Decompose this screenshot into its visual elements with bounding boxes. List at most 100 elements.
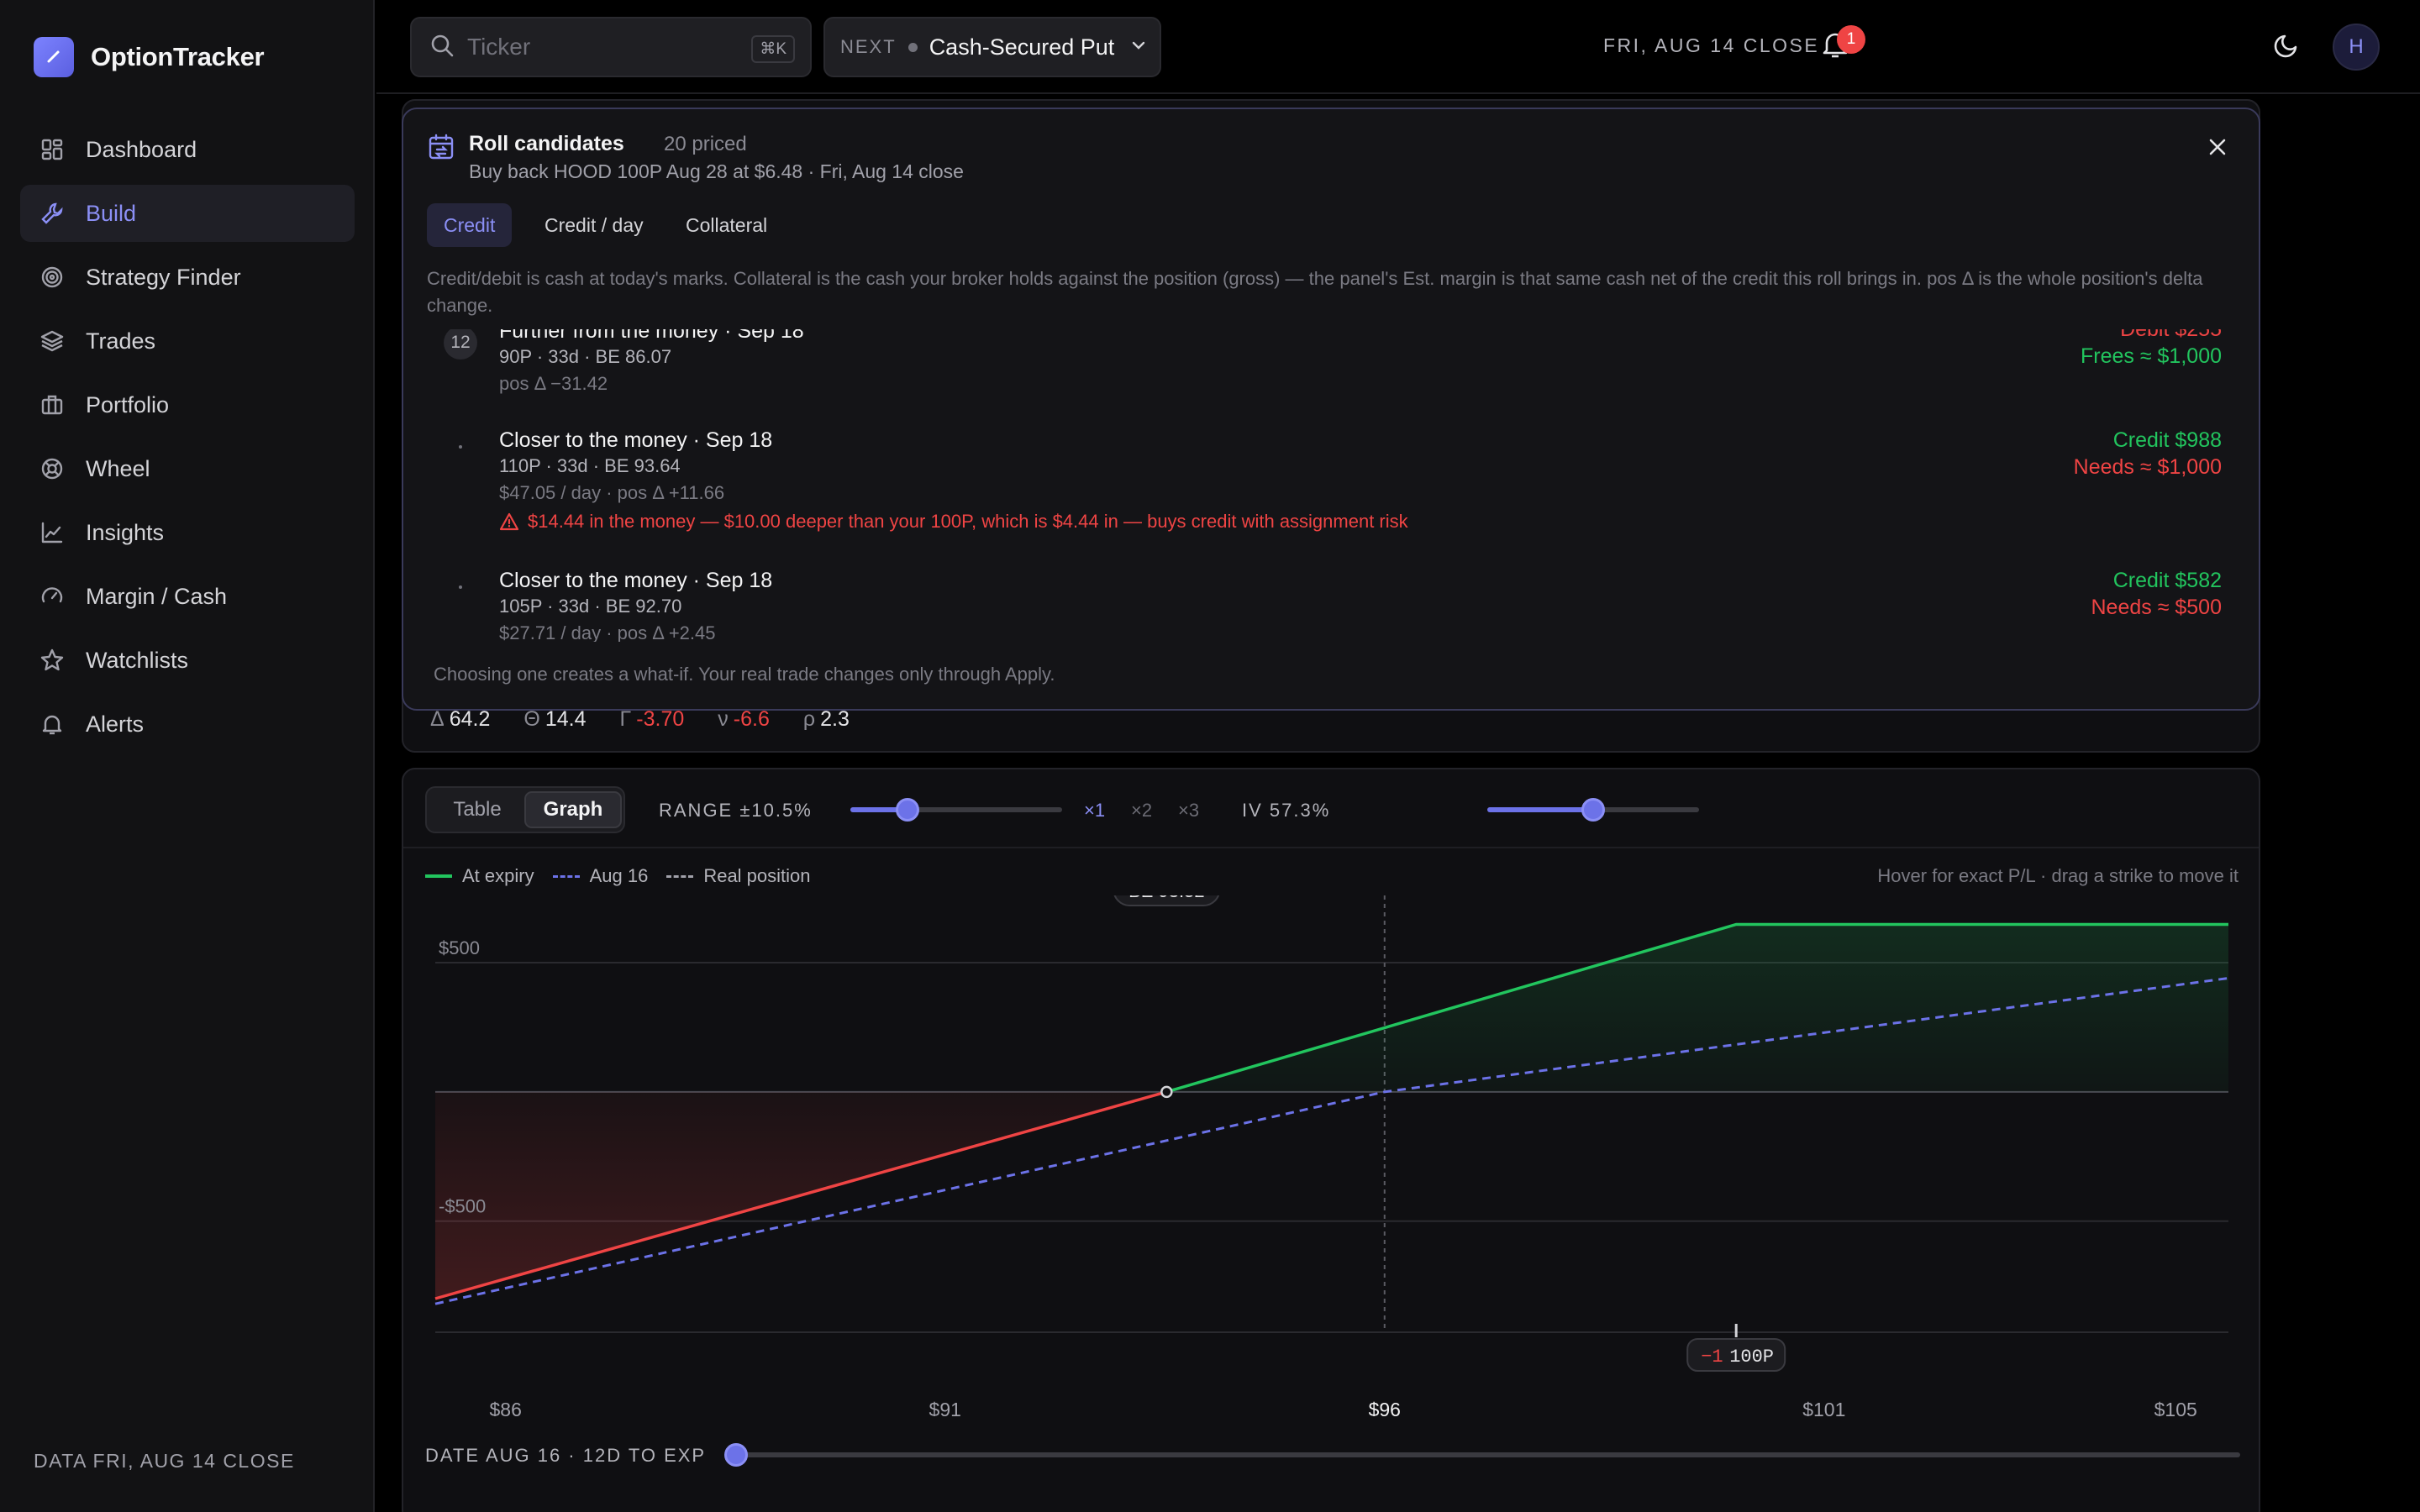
greek-delta: Δ 64.2: [430, 707, 491, 731]
ticker-search[interactable]: ⌘K: [410, 17, 812, 77]
roll-explanation: Credit/debit is cash at today's marks. C…: [427, 268, 2203, 316]
roll-candidate[interactable]: 12 Further from the money · Sep 18 90P ·…: [403, 329, 2259, 394]
app-name: OptionTracker: [91, 42, 265, 71]
bell-icon: [37, 709, 67, 739]
sidebar-item-label: Insights: [86, 519, 165, 545]
sidebar-item-trades[interactable]: Trades: [20, 312, 355, 370]
strike-label: 100P: [1729, 1347, 1774, 1368]
grid-icon: [37, 134, 67, 165]
breakeven-point: [1160, 1085, 1173, 1099]
sidebar-item-label: Build: [86, 200, 137, 226]
next-label: NEXT: [840, 36, 897, 57]
target-icon: [37, 262, 67, 292]
breakeven-label: BE 93.52: [1128, 895, 1205, 901]
tab-credit[interactable]: Credit: [427, 203, 513, 247]
sidebar-item-label: Strategy Finder: [86, 264, 241, 290]
date-label: DATE AUG 16 · 12D TO EXP: [425, 1445, 707, 1466]
sidebar-item-label: Dashboard: [86, 136, 197, 162]
x-tick-label: $91: [929, 1399, 961, 1416]
sidebar-item-wheel[interactable]: Wheel: [20, 440, 355, 497]
roll-candidate[interactable]: Closer to the money · Sep 18 110P · 33d …: [403, 422, 2259, 539]
y-tick-label: -$500: [439, 1196, 486, 1217]
candidate-detail: 90P · 33d · BE 86.07: [499, 346, 672, 367]
tab-collateral[interactable]: Collateral: [669, 203, 784, 247]
iv-slider[interactable]: [1487, 798, 1699, 822]
sidebar-item-watchlists[interactable]: Watchlists: [20, 632, 355, 689]
notification-badge: 1: [1837, 25, 1865, 54]
candidate-detail: 105P · 33d · BE 92.70: [499, 596, 682, 617]
range-slider[interactable]: [850, 798, 1062, 822]
gauge-icon: [37, 581, 67, 612]
search-icon: [429, 32, 455, 63]
briefcase-icon: [37, 390, 67, 420]
candidate-warning-text: $14.44 in the money — $10.00 deeper than…: [528, 511, 1408, 532]
view-graph-button[interactable]: Graph: [524, 791, 622, 828]
date-slider-handle[interactable]: [724, 1443, 748, 1467]
roll-candidate-list[interactable]: 12 Further from the money · Sep 18 90P ·…: [403, 329, 2259, 642]
payoff-graph-card: Table Graph RANGE ±10.5% ×1 ×2 ×3 IV 57.…: [402, 768, 2260, 1512]
sidebar-item-label: Portfolio: [86, 391, 170, 417]
roll-candidate[interactable]: Closer to the money · Sep 18 105P · 33d …: [403, 562, 2259, 642]
candidate-meta: pos Δ −31.42: [499, 373, 608, 394]
ticker-search-input[interactable]: [467, 34, 736, 60]
app-logo-icon: [34, 37, 74, 77]
star-icon: [37, 645, 67, 675]
moon-icon[interactable]: [2272, 29, 2306, 63]
iv-slider-handle[interactable]: [1581, 798, 1605, 822]
sidebar-item-label: Wheel: [86, 455, 150, 481]
profit-area: [1166, 924, 2228, 1092]
sidebar-item-margin-cash[interactable]: Margin / Cash: [20, 568, 355, 625]
payoff-chart[interactable]: $500 -$500 $86 $91 $96 $101 $105 BE 93.52 −1 100P: [403, 895, 2260, 1416]
candidate-cash: Credit $988: [2112, 428, 2222, 452]
roll-candidates-panel: Roll candidates 20 priced Buy back HOOD …: [402, 108, 2260, 711]
roll-subtitle: Buy back HOOD 100P Aug 28 at $6.48 · Fri…: [469, 160, 964, 182]
warning-triangle-icon: [499, 512, 519, 531]
range-label: RANGE ±10.5%: [659, 800, 813, 821]
candidate-meta: $47.05 / day · pos Δ +11.66: [499, 482, 725, 503]
sidebar-item-build[interactable]: Build: [20, 185, 355, 242]
tab-credit-per-day[interactable]: Credit / day: [528, 203, 660, 247]
view-table-button[interactable]: Table: [430, 791, 524, 828]
candidate-cash: Debit $255: [2120, 329, 2222, 341]
divider: [403, 847, 2259, 848]
candidate-title: Further from the money · Sep 18: [499, 329, 804, 343]
candidate-title: Closer to the money · Sep 18: [499, 569, 773, 592]
multiplier-1[interactable]: ×1: [1084, 800, 1105, 822]
avatar[interactable]: H: [2333, 24, 2380, 71]
chart-legend: At expiry Aug 16 Real position: [425, 865, 829, 887]
candidate-dot: [459, 585, 462, 589]
range-slider-handle[interactable]: [896, 798, 920, 822]
greek-rho: ρ 2.3: [802, 707, 850, 731]
wrench-icon: [37, 198, 67, 228]
sidebar-item-label: Trades: [86, 328, 156, 354]
top-bar: ⌘K NEXT Cash-Secured Put: [376, 0, 2420, 94]
sidebar-item-alerts[interactable]: Alerts: [20, 696, 355, 753]
close-icon[interactable]: [2207, 136, 2228, 162]
candidate-collateral: Needs ≈ $1,000: [2073, 455, 2222, 479]
sidebar: OptionTracker Dashboard Build Strategy F…: [0, 0, 375, 1512]
legend-aug16: Aug 16: [552, 865, 648, 887]
date-slider[interactable]: [724, 1443, 2240, 1467]
candidate-collateral: Needs ≈ $500: [2091, 596, 2223, 619]
candidate-meta: $27.71 / day · pos Δ +2.45: [499, 622, 716, 642]
candidate-cash: Credit $582: [2112, 569, 2222, 592]
x-tick-label: $105: [2154, 1399, 2197, 1416]
sidebar-item-strategy-finder[interactable]: Strategy Finder: [20, 249, 355, 306]
iv-label: IV 57.3%: [1242, 800, 1331, 821]
strike-quantity: −1: [1701, 1347, 1723, 1368]
multiplier-2[interactable]: ×2: [1131, 800, 1152, 822]
view-toggle: Table Graph: [425, 786, 625, 833]
greek-theta: Θ 14.4: [523, 707, 587, 731]
search-shortcut: ⌘K: [751, 35, 795, 63]
next-strategy-select[interactable]: NEXT Cash-Secured Put: [823, 17, 1161, 77]
roll-calendar-icon: [427, 133, 455, 165]
candidate-dot: [459, 445, 462, 449]
sidebar-item-label: Margin / Cash: [86, 583, 228, 609]
candidate-title: Closer to the money · Sep 18: [499, 428, 773, 452]
sidebar-item-portfolio[interactable]: Portfolio: [20, 376, 355, 433]
multiplier-3[interactable]: ×3: [1178, 800, 1199, 822]
sidebar-item-dashboard[interactable]: Dashboard: [20, 121, 355, 178]
brand[interactable]: OptionTracker: [34, 37, 265, 77]
sidebar-item-insights[interactable]: Insights: [20, 504, 355, 561]
roll-footer-note: Choosing one creates a what-if. Your rea…: [434, 664, 1055, 685]
